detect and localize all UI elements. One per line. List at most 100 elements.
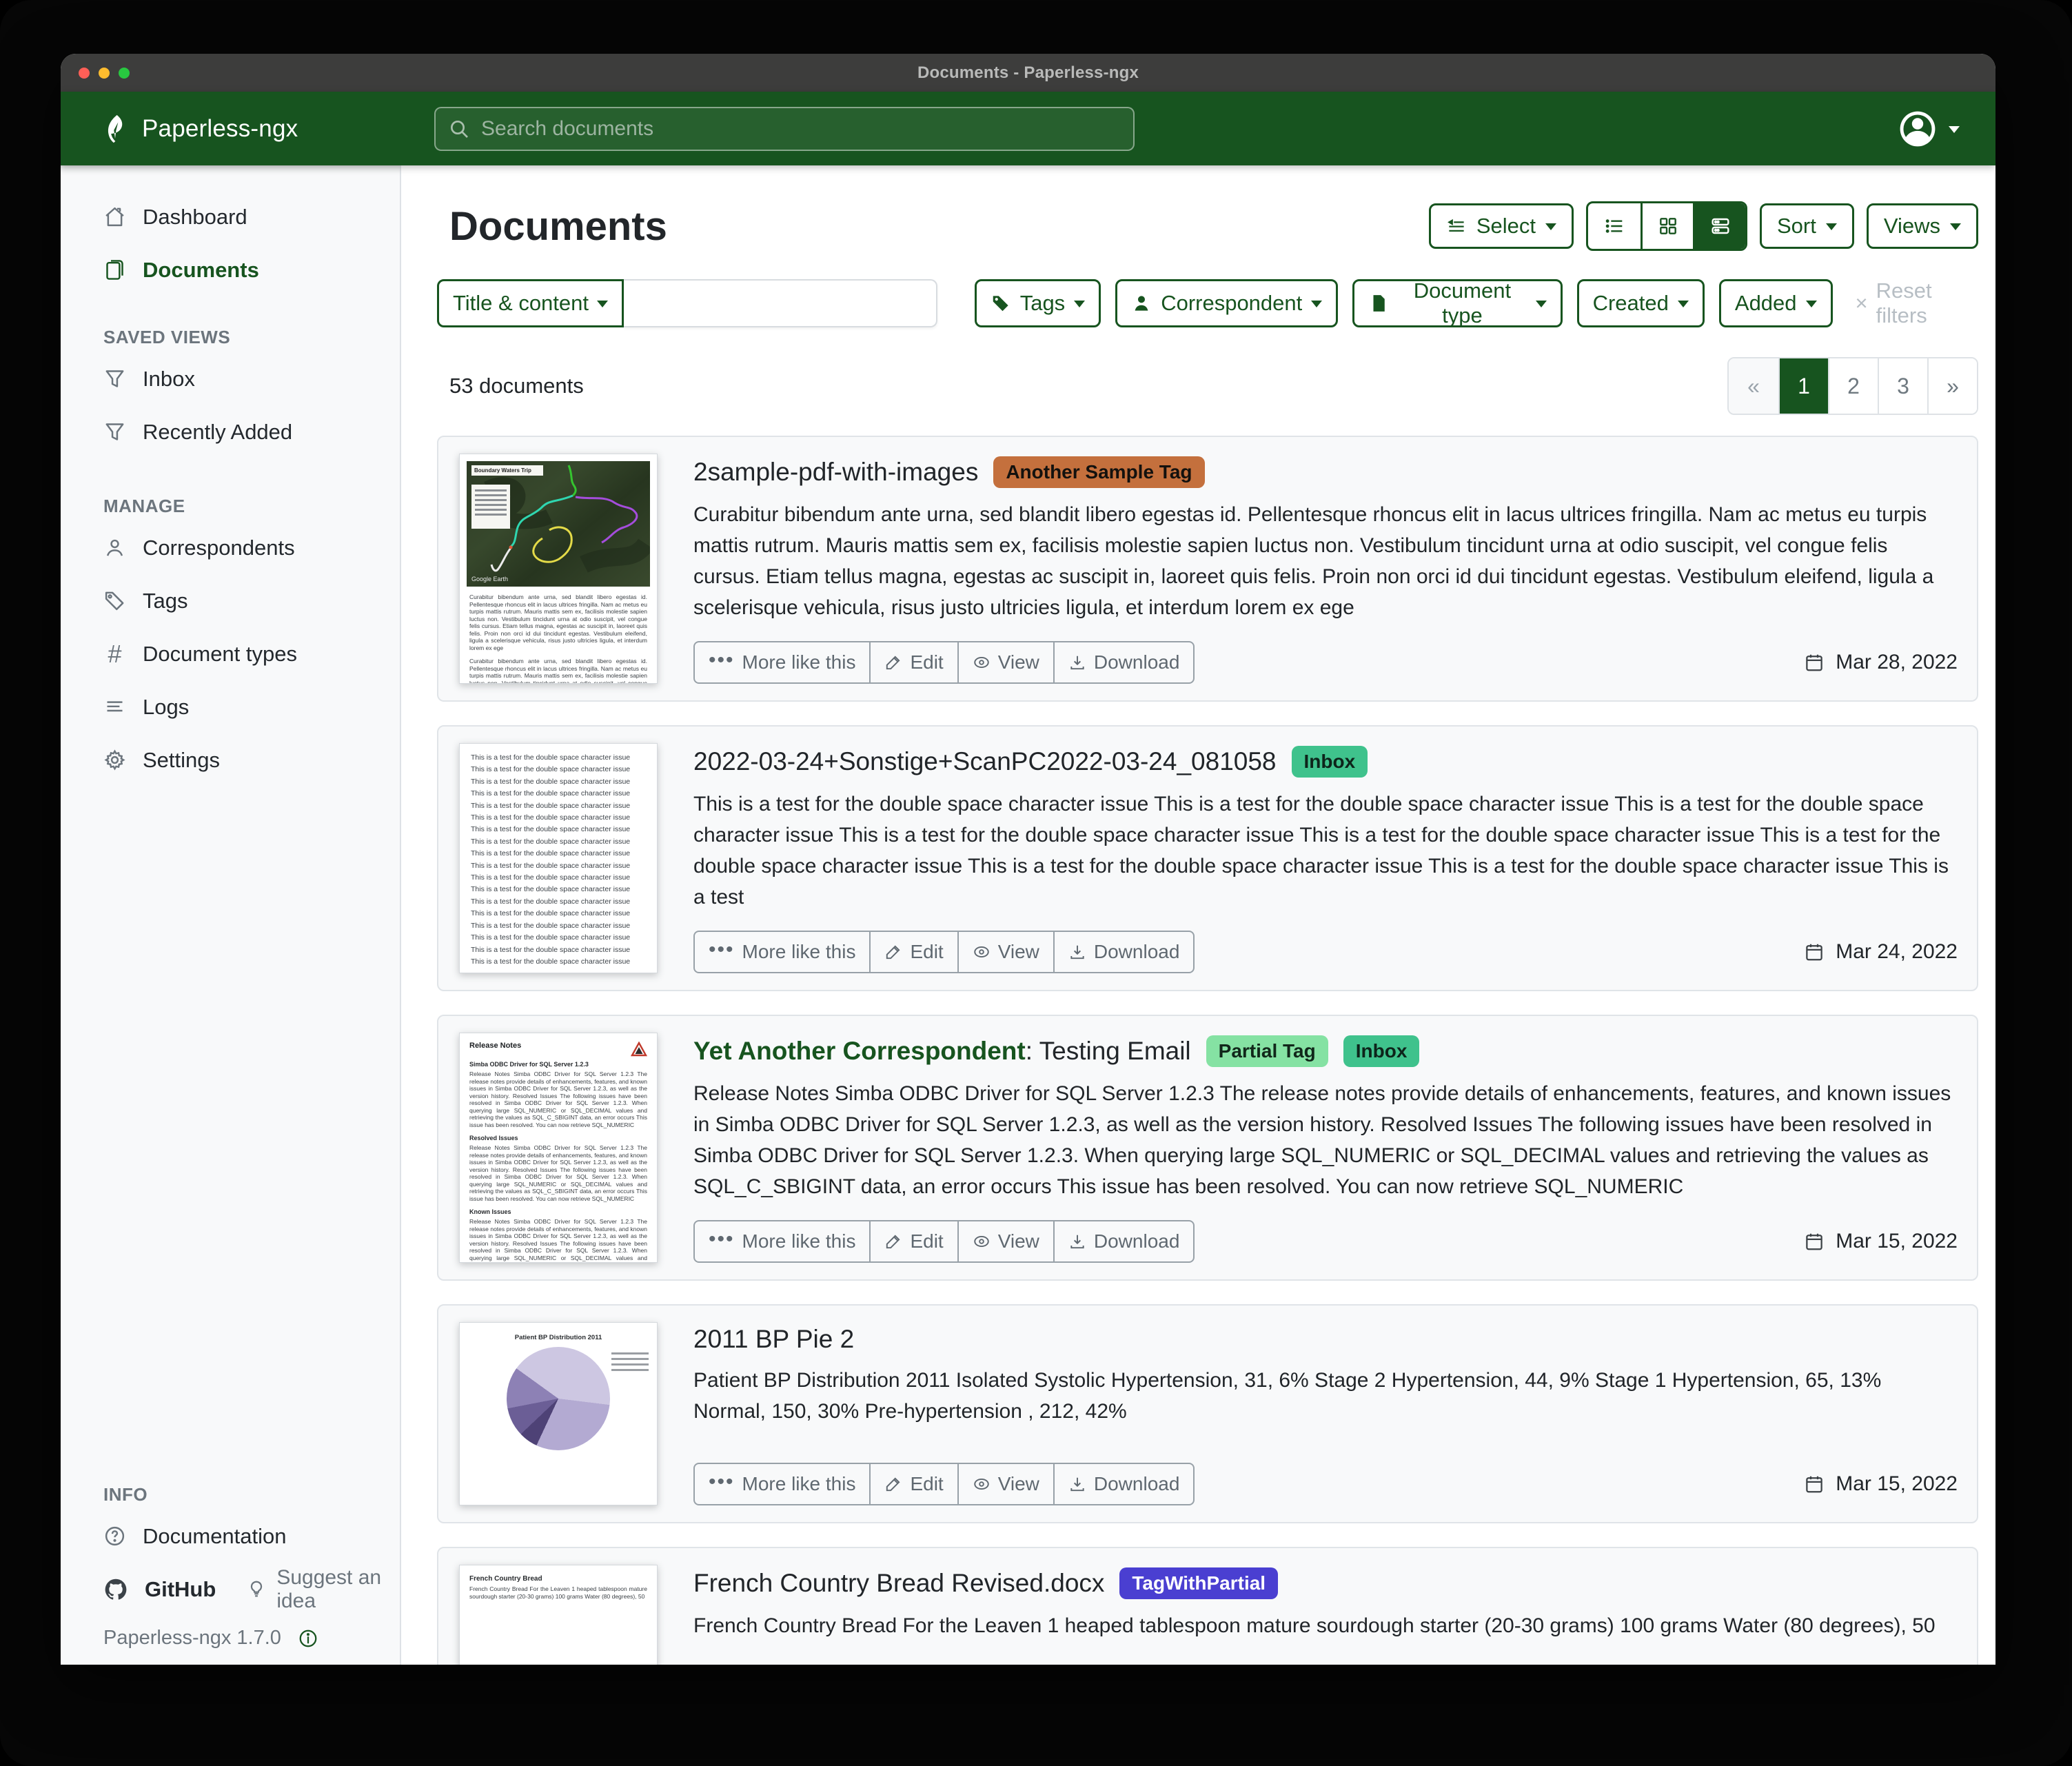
list-icon — [103, 696, 126, 718]
search-input[interactable] — [480, 116, 1121, 141]
filter-created-button[interactable]: Created — [1577, 279, 1705, 327]
more-like-this-button[interactable]: •••More like this — [693, 931, 871, 973]
document-title[interactable]: 2sample-pdf-with-images — [693, 458, 978, 487]
view-button[interactable]: View — [957, 641, 1055, 684]
download-button[interactable]: Download — [1053, 931, 1195, 973]
document-card: French Country Bread French Country Brea… — [437, 1547, 1978, 1665]
sidebar-item-label: Tags — [143, 589, 187, 613]
thumbnail-text: French Country Bread For the Leaven 1 he… — [469, 1585, 647, 1600]
more-like-this-button[interactable]: •••More like this — [693, 641, 871, 684]
chevron-down-icon — [1545, 223, 1556, 236]
sidebar-item-documentation[interactable]: Documentation — [103, 1510, 383, 1563]
sidebar-item-inbox[interactable]: Inbox — [103, 352, 383, 405]
close-window-button[interactable] — [79, 68, 90, 79]
chevron-down-icon — [1311, 301, 1322, 313]
sidebar-item-label: Suggest an idea — [276, 1566, 383, 1613]
download-icon — [1068, 1475, 1086, 1493]
app-window: Documents - Paperless-ngx Paperless-ngx — [61, 54, 1995, 1665]
filter-search-combo: Title & content — [437, 279, 937, 327]
sort-button[interactable]: Sort — [1760, 203, 1854, 249]
document-actions: •••More like this Edit View Download — [693, 931, 1195, 973]
document-thumbnail[interactable]: Patient BP Distribution 2011 — [459, 1322, 658, 1505]
edit-button[interactable]: Edit — [869, 641, 958, 684]
pagination-prev[interactable]: « — [1729, 358, 1778, 414]
view-mode-details[interactable] — [1693, 203, 1745, 249]
document-excerpt: This is a test for the double space char… — [693, 789, 1958, 913]
document-thumbnail[interactable]: French Country Bread French Country Brea… — [459, 1565, 658, 1665]
tag-badge[interactable]: TagWithPartial — [1119, 1567, 1278, 1599]
edit-button[interactable]: Edit — [869, 1463, 958, 1505]
views-button[interactable]: Views — [1867, 203, 1978, 249]
sidebar-item-recently-added[interactable]: Recently Added — [103, 405, 383, 458]
calendar-icon — [1804, 1474, 1825, 1494]
pagination-page-2[interactable]: 2 — [1828, 358, 1878, 414]
sidebar-item-tags[interactable]: Tags — [103, 574, 383, 627]
document-title[interactable]: Yet Another Correspondent: Testing Email — [693, 1037, 1191, 1066]
pie-chart-preview — [507, 1347, 610, 1450]
document-excerpt: Patient BP Distribution 2011 Isolated Sy… — [693, 1365, 1958, 1427]
minimize-window-button[interactable] — [99, 68, 110, 79]
document-thumbnail[interactable]: This is a test for the double space char… — [459, 743, 658, 973]
documents-icon — [103, 258, 126, 281]
document-date: Mar 24, 2022 — [1804, 940, 1958, 964]
edit-button[interactable]: Edit — [869, 931, 958, 973]
download-button[interactable]: Download — [1053, 1220, 1195, 1263]
pagination-page-3[interactable]: 3 — [1878, 358, 1927, 414]
zoom-window-button[interactable] — [119, 68, 130, 79]
filter-field-selector[interactable]: Title & content — [437, 279, 624, 327]
tag-badge[interactable]: Another Sample Tag — [993, 456, 1204, 488]
map-credit: Google Earth — [471, 576, 508, 582]
view-button[interactable]: View — [957, 931, 1055, 973]
document-correspondent: Yet Another Correspondent — [693, 1037, 1026, 1065]
download-button[interactable]: Download — [1053, 1463, 1195, 1505]
tag-badge[interactable]: Inbox — [1292, 746, 1368, 778]
edit-button[interactable]: Edit — [869, 1220, 958, 1263]
view-button[interactable]: View — [957, 1463, 1055, 1505]
sidebar-item-dashboard[interactable]: Dashboard — [103, 190, 383, 243]
filter-text-input[interactable] — [624, 279, 937, 327]
window-title: Documents - Paperless-ngx — [917, 63, 1139, 83]
info-circle-icon[interactable] — [298, 1628, 318, 1649]
document-title[interactable]: 2022-03-24+Sonstige+ScanPC2022-03-24_081… — [693, 747, 1277, 776]
tag-badge[interactable]: Partial Tag — [1206, 1035, 1328, 1067]
document-thumbnail[interactable]: Boundary Waters Trip Google Earth Curabi… — [459, 454, 658, 684]
person-icon — [103, 536, 126, 559]
filter-tags-button[interactable]: Tags — [975, 279, 1101, 327]
user-menu[interactable] — [1898, 109, 1960, 149]
tag-badge[interactable]: Inbox — [1343, 1035, 1420, 1067]
select-button[interactable]: Select — [1429, 203, 1574, 249]
sidebar-item-document-types[interactable]: # Document types — [103, 627, 383, 680]
tag-icon — [103, 589, 126, 612]
view-mode-list[interactable] — [1588, 203, 1641, 249]
sidebar-item-settings[interactable]: Settings — [103, 733, 383, 786]
sidebar-item-correspondents[interactable]: Correspondents — [103, 521, 383, 574]
filter-document-type-button[interactable]: Document type — [1352, 279, 1562, 327]
sidebar-item-documents[interactable]: Documents — [103, 243, 383, 296]
sidebar-item-logs[interactable]: Logs — [103, 680, 383, 733]
more-like-this-button[interactable]: •••More like this — [693, 1220, 871, 1263]
select-icon — [1446, 216, 1467, 236]
app-brand[interactable]: Paperless-ngx — [61, 113, 298, 145]
view-mode-grid[interactable] — [1641, 203, 1693, 249]
download-button[interactable]: Download — [1053, 641, 1195, 684]
gear-icon — [103, 749, 126, 771]
map-preview: Boundary Waters Trip Google Earth — [467, 461, 650, 587]
document-thumbnail[interactable]: Release Notes Simba ODBC Driver for SQL … — [459, 1033, 658, 1263]
sidebar-section-info: INFO — [103, 1484, 383, 1505]
pagination-page-1[interactable]: 1 — [1778, 358, 1828, 414]
filter-correspondent-button[interactable]: Correspondent — [1115, 279, 1338, 327]
map-title: Boundary Waters Trip — [471, 465, 543, 476]
pagination-next[interactable]: » — [1927, 358, 1977, 414]
download-icon — [1068, 943, 1086, 961]
filter-added-button[interactable]: Added — [1719, 279, 1833, 327]
home-icon — [103, 205, 126, 228]
more-like-this-button[interactable]: •••More like this — [693, 1463, 871, 1505]
sidebar-item-github[interactable]: GitHub — [103, 1563, 216, 1616]
sidebar-item-suggest-idea[interactable]: Suggest an idea — [246, 1563, 383, 1616]
view-button[interactable]: View — [957, 1220, 1055, 1263]
document-title[interactable]: 2011 BP Pie 2 — [693, 1325, 854, 1354]
document-card: Patient BP Distribution 2011 2011 BP Pie… — [437, 1304, 1978, 1523]
document-title[interactable]: French Country Bread Revised.docx — [693, 1569, 1104, 1598]
reset-filters-button[interactable]: × Reset filters — [1856, 278, 1978, 328]
chevron-down-icon — [597, 301, 608, 313]
